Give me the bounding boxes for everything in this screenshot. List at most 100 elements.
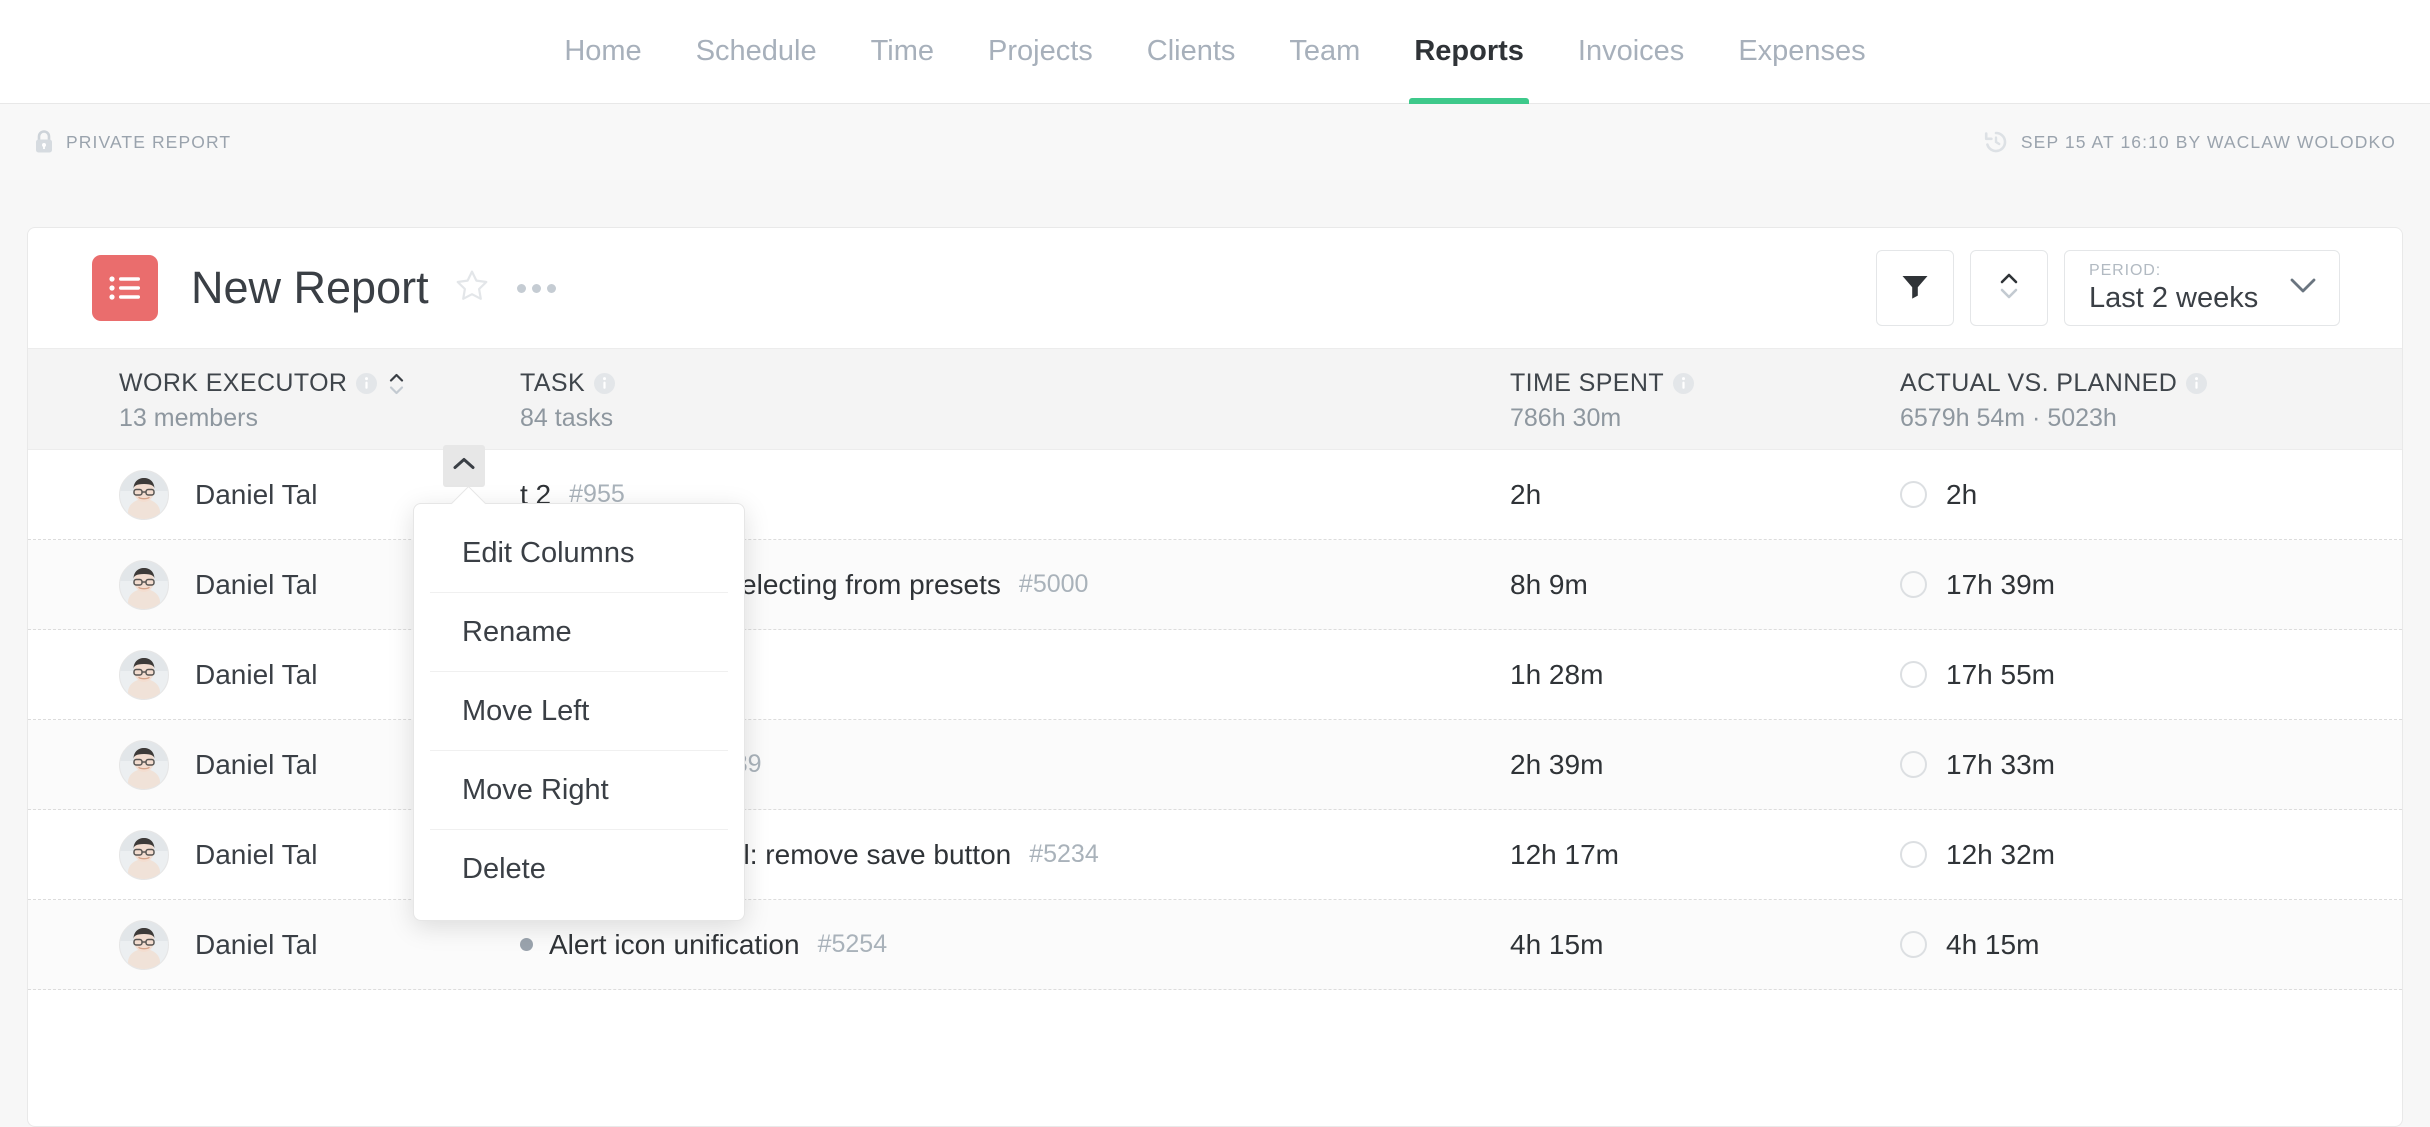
progress-ring-icon	[1900, 751, 1927, 778]
time-spent-value: 12h 17m	[1510, 839, 1619, 871]
cell-time-spent: 12h 17m	[1510, 839, 1900, 871]
progress-ring-icon	[1900, 481, 1927, 508]
report-toolbar: PERIOD: Last 2 weeks	[1876, 250, 2340, 326]
time-spent-value: 2h 39m	[1510, 749, 1603, 781]
privacy-indicator: PRIVATE REPORT	[34, 130, 231, 154]
privacy-label: PRIVATE REPORT	[66, 132, 231, 153]
nav-item-time[interactable]: Time	[844, 0, 961, 104]
actual-vs-planned-value: 12h 32m	[1946, 839, 2055, 871]
column-title: ACTUAL VS. PLANNED	[1900, 369, 2177, 398]
list-icon	[92, 255, 158, 321]
menu-item-move-right[interactable]: Move Right	[430, 751, 728, 830]
time-spent-value: 1h 28m	[1510, 659, 1603, 691]
actual-vs-planned-value: 2h	[1946, 479, 1977, 511]
actual-vs-planned-value: 17h 33m	[1946, 749, 2055, 781]
chevron-up-icon	[452, 456, 476, 477]
cell-task: Alert icon unification #5254	[520, 929, 1510, 961]
executor-name: Daniel Tal	[195, 929, 317, 961]
progress-ring-icon	[1900, 841, 1927, 868]
time-spent-value: 2h	[1510, 479, 1541, 511]
time-spent-value: 8h 9m	[1510, 569, 1588, 601]
cell-time-spent: 1h 28m	[1510, 659, 1900, 691]
task-id: #5254	[818, 930, 888, 959]
task-status-dot	[520, 938, 533, 951]
menu-item-move-left[interactable]: Move Left	[430, 672, 728, 751]
column-header-actual-vs-planned[interactable]: ACTUAL VS. PLANNED 6579h 54m · 5023h	[1900, 349, 2320, 449]
info-icon[interactable]	[356, 373, 377, 394]
report-card: New Report	[27, 227, 2403, 1127]
executor-name: Daniel Tal	[195, 569, 317, 601]
table-row[interactable]: Daniel Talup v2 - MVP#51892h 39m17h 33m	[28, 720, 2402, 810]
column-context-menu: Edit ColumnsRenameMove LeftMove RightDel…	[413, 503, 745, 921]
nav-item-clients[interactable]: Clients	[1120, 0, 1263, 104]
nav-item-home[interactable]: Home	[537, 0, 668, 104]
filter-button[interactable]	[1876, 250, 1954, 326]
cell-time-spent: 8h 9m	[1510, 569, 1900, 601]
nav-item-list: HomeScheduleTimeProjectsClientsTeamRepor…	[537, 0, 1892, 104]
task-id: #5000	[1019, 570, 1089, 599]
period-label: PERIOD:	[2089, 261, 2258, 280]
cell-actual-vs-planned: 17h 33m	[1900, 749, 2320, 781]
period-selector[interactable]: PERIOD: Last 2 weeks	[2064, 250, 2340, 326]
avatar	[119, 740, 169, 790]
column-summary: 84 tasks	[520, 404, 1510, 433]
nav-item-invoices[interactable]: Invoices	[1551, 0, 1711, 104]
table-row[interactable]: Daniel Tal Alert icon unification #5254 4h …	[28, 900, 2402, 990]
column-summary: 786h 30m	[1510, 404, 1900, 433]
last-modified-info: SEP 15 AT 16:10 BY WACLAW WOLODKO	[1983, 129, 2396, 155]
cell-time-spent: 2h	[1510, 479, 1900, 511]
ellipsis-icon[interactable]	[515, 276, 558, 301]
menu-item-delete[interactable]: Delete	[430, 830, 728, 908]
cell-actual-vs-planned: 4h 15m	[1900, 929, 2320, 961]
progress-ring-icon	[1900, 661, 1927, 688]
star-outline-icon[interactable]	[455, 269, 489, 307]
column-header-time-spent[interactable]: TIME SPENT786h 30m	[1510, 349, 1900, 449]
column-header-work-executor[interactable]: WORK EXECUTOR13 members	[119, 349, 520, 449]
info-icon[interactable]	[1673, 373, 1694, 394]
info-icon[interactable]	[594, 373, 615, 394]
nav-item-team[interactable]: Team	[1262, 0, 1387, 104]
column-header-task[interactable]: TASK84 tasks	[520, 349, 1510, 449]
page-title: New Report	[191, 262, 429, 314]
lock-icon	[34, 130, 54, 154]
nav-item-expenses[interactable]: Expenses	[1711, 0, 1892, 104]
task-name[interactable]: Alert icon unification	[549, 929, 800, 961]
cell-time-spent: 4h 15m	[1510, 929, 1900, 961]
column-sort-icon[interactable]	[388, 371, 405, 397]
avatar	[119, 650, 169, 700]
report-title-group: New Report	[92, 255, 558, 321]
cell-time-spent: 2h 39m	[1510, 749, 1900, 781]
sort-updown-icon	[1998, 270, 2020, 307]
avatar	[119, 920, 169, 970]
actual-vs-planned-value: 17h 39m	[1946, 569, 2055, 601]
cell-actual-vs-planned: 12h 32m	[1900, 839, 2320, 871]
avatar	[119, 470, 169, 520]
info-icon[interactable]	[2186, 373, 2207, 394]
cell-actual-vs-planned: 2h	[1900, 479, 2320, 511]
filter-icon	[1901, 273, 1929, 304]
column-summary: 13 members	[119, 404, 520, 433]
column-summary: 6579h 54m · 5023h	[1900, 404, 2320, 433]
cell-work-executor: Daniel Tal	[119, 920, 520, 970]
cell-actual-vs-planned: 17h 55m	[1900, 659, 2320, 691]
report-subheader: PRIVATE REPORT SEP 15 AT 16:10 BY WACLAW…	[0, 104, 2430, 180]
chevron-down-icon	[2289, 277, 2317, 300]
table-row[interactable]: Daniel Tale columns#50361h 28m17h 55m	[28, 630, 2402, 720]
top-navigation-bar: HomeScheduleTimeProjectsClientsTeamRepor…	[0, 0, 2430, 104]
report-card-header: New Report	[28, 228, 2402, 348]
table-row[interactable]: Daniel Talhours instead of selecting fro…	[28, 540, 2402, 630]
nav-item-schedule[interactable]: Schedule	[669, 0, 844, 104]
executor-name: Daniel Tal	[195, 479, 317, 511]
task-id: #5234	[1029, 840, 1099, 869]
actual-vs-planned-value: 4h 15m	[1946, 929, 2039, 961]
nav-item-projects[interactable]: Projects	[961, 0, 1120, 104]
executor-name: Daniel Tal	[195, 659, 317, 691]
menu-item-edit-columns[interactable]: Edit Columns	[430, 514, 728, 593]
history-icon	[1983, 129, 2009, 155]
sort-button[interactable]	[1970, 250, 2048, 326]
table-row[interactable]: Daniel TalEdit Time modal: remove save b…	[28, 810, 2402, 900]
table-row[interactable]: Daniel Talt 2#9552h2h	[28, 450, 2402, 540]
menu-item-rename[interactable]: Rename	[430, 593, 728, 672]
nav-item-reports[interactable]: Reports	[1387, 0, 1551, 104]
column-menu-toggle-button[interactable]	[443, 445, 485, 487]
